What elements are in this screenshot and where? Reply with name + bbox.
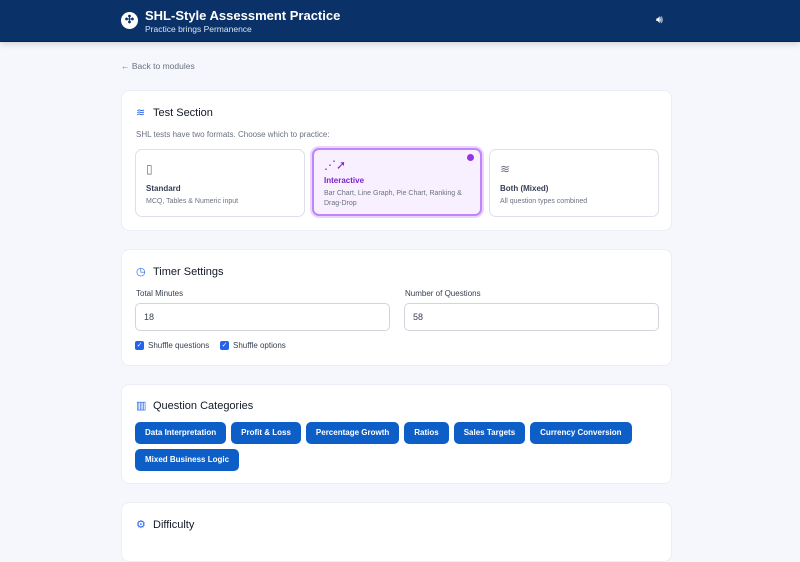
bar-chart-icon: ▥: [136, 400, 147, 412]
option-desc: Bar Chart, Line Graph, Pie Chart, Rankin…: [324, 190, 462, 207]
gear-icon: ⚙: [136, 519, 146, 531]
checkbox-checked-icon: ✓: [135, 341, 144, 350]
option-name: Interactive: [324, 176, 365, 185]
category-chips: Data Interpretation Profit & Loss Percen…: [135, 422, 635, 471]
category-chip[interactable]: Mixed Business Logic: [135, 449, 240, 471]
brain-logo-icon: ✣: [121, 12, 138, 29]
option-standard[interactable]: ▯ Standard MCQ, Tables & Numeric input: [135, 149, 305, 217]
category-chip[interactable]: Percentage Growth: [305, 422, 400, 444]
pointer-click-icon: ⋰➚: [324, 158, 347, 172]
test-section-title: Test Section: [153, 106, 213, 119]
category-chip[interactable]: Ratios: [404, 422, 449, 444]
app-header: ✣ SHL-Style Assessment Practice Practice…: [0, 0, 800, 42]
num-questions-input[interactable]: 58: [404, 303, 659, 331]
category-chip[interactable]: Data Interpretation: [135, 422, 227, 444]
categories-title: Question Categories: [153, 399, 254, 412]
difficulty-heading: ⚙ Difficulty: [136, 518, 195, 532]
category-chip[interactable]: Profit & Loss: [231, 422, 301, 444]
shuffle-options-checkbox[interactable]: ✓ Shuffle options: [220, 341, 286, 350]
total-minutes-input[interactable]: 18: [135, 303, 390, 331]
layers-icon: ≋: [136, 107, 146, 119]
selected-indicator: [467, 154, 474, 161]
clock-icon: ◷: [136, 266, 146, 278]
shuffle-questions-checkbox[interactable]: ✓ Shuffle questions: [135, 341, 209, 350]
layers-icon: ≋: [500, 162, 511, 176]
option-interactive[interactable]: ⋰➚ Interactive Bar Chart, Line Graph, Pi…: [312, 148, 482, 216]
difficulty-card: ⚙ Difficulty: [121, 502, 672, 562]
category-chip[interactable]: Currency Conversion: [530, 422, 632, 444]
back-link-label: Back to modules: [131, 61, 195, 71]
question-categories-card: ▥ Question Categories Data Interpretation…: [121, 384, 672, 484]
timer-heading: ◷ Timer Settings: [136, 265, 224, 279]
categories-heading: ▥ Question Categories: [136, 399, 254, 413]
sound-toggle-icon[interactable]: 🔊︎: [656, 14, 663, 27]
test-section-card: ≋ Test Section SHL tests have two formats…: [121, 90, 672, 231]
option-name: Standard: [146, 184, 181, 193]
app-subtitle: Practice brings Permanence: [145, 24, 252, 34]
timer-title: Timer Settings: [153, 265, 224, 278]
shuffle-options-label: Shuffle options: [233, 341, 286, 350]
difficulty-title: Difficulty: [153, 518, 195, 531]
num-questions-label: Number of Questions: [405, 289, 481, 298]
shuffle-questions-label: Shuffle questions: [148, 341, 210, 350]
app-title: SHL-Style Assessment Practice: [145, 8, 341, 23]
category-chip[interactable]: Sales Targets: [453, 422, 526, 444]
test-section-description: SHL tests have two formats. Choose which…: [136, 130, 330, 139]
option-desc: MCQ, Tables & Numeric input: [146, 198, 239, 205]
document-icon: ▯: [146, 162, 153, 176]
total-minutes-label: Total Minutes: [136, 289, 184, 298]
option-desc: All question types combined: [500, 198, 588, 205]
checkbox-checked-icon: ✓: [220, 341, 229, 350]
option-both[interactable]: ≋ Both (Mixed) All question types combin…: [489, 149, 659, 217]
timer-settings-card: ◷ Timer Settings Total Minutes 18 Number …: [121, 249, 672, 366]
option-name: Both (Mixed): [500, 184, 549, 193]
back-link[interactable]: ← Back to modules: [121, 61, 195, 71]
test-section-heading: ≋ Test Section: [136, 106, 213, 120]
